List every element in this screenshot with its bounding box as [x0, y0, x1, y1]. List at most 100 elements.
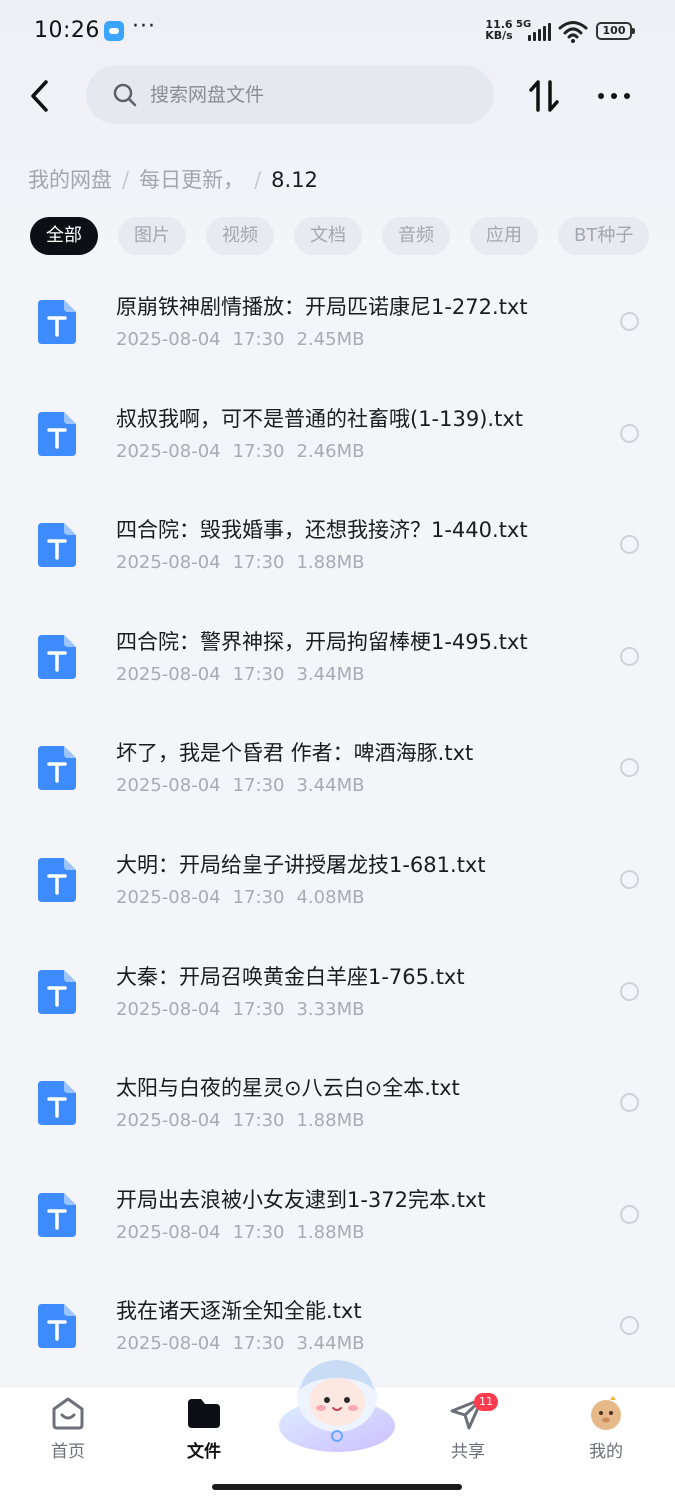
file-list: 原崩铁神剧情播放：开局匹诺康尼1-272.txt 2025-08-04 17:30… — [0, 265, 675, 1381]
select-radio[interactable] — [620, 869, 639, 889]
select-radio[interactable] — [620, 758, 639, 778]
wifi-icon — [558, 21, 588, 43]
battery-icon: 100 — [596, 22, 635, 40]
file-size: 3.44MB — [296, 1333, 365, 1355]
filter-audio[interactable]: 音频 — [382, 217, 450, 255]
nav-mine-label: 我的 — [589, 1442, 623, 1462]
file-date: 2025-08-04 — [116, 1333, 221, 1355]
nav-share[interactable]: 11 共享 — [428, 1393, 508, 1465]
txt-file-icon — [38, 857, 76, 902]
txt-file-icon — [38, 523, 76, 568]
select-radio[interactable] — [620, 423, 639, 443]
more-icon[interactable] — [594, 76, 634, 116]
file-name: 大秦：开局召唤黄金白羊座1-765.txt — [116, 964, 465, 989]
file-time: 17:30 — [232, 663, 285, 685]
file-name: 我在诸天逐渐全知全能.txt — [116, 1299, 362, 1324]
filter-all[interactable]: 全部 — [30, 217, 98, 255]
search-input[interactable] — [150, 80, 470, 110]
file-size: 3.44MB — [296, 775, 365, 797]
file-date: 2025-08-04 — [116, 1110, 221, 1132]
file-row[interactable]: 太阳与白夜的星灵⊙八云白⊙全本.txt 2025-08-04 17:30 1.88M… — [0, 1046, 675, 1158]
file-time: 17:30 — [232, 1110, 285, 1132]
file-row[interactable]: 四合院：毁我婚事，还想我接济？1-440.txt 2025-08-04 17:30… — [0, 488, 675, 600]
file-name: 四合院：毁我婚事，还想我接济？1-440.txt — [116, 518, 528, 543]
select-radio[interactable] — [620, 1204, 639, 1224]
file-name: 四合院：警界神探，开局拘留棒梗1-495.txt — [116, 629, 528, 654]
file-time: 17:30 — [232, 1333, 285, 1355]
nav-home-label: 首页 — [51, 1442, 85, 1462]
file-row[interactable]: 大明：开局给皇子讲授屠龙技1-681.txt 2025-08-04 17:30 4.… — [0, 823, 675, 935]
select-radio[interactable] — [620, 646, 639, 666]
select-radio[interactable] — [620, 312, 639, 331]
txt-file-icon — [38, 1192, 76, 1237]
file-time: 17:30 — [232, 775, 285, 797]
file-date: 2025-08-04 — [116, 663, 221, 685]
search-icon — [113, 83, 137, 107]
select-radio[interactable] — [620, 1316, 639, 1336]
share-badge: 11 — [474, 1393, 498, 1411]
filter-tabs: 全部 图片 视频 文档 音频 应用 BT种子 — [30, 217, 675, 255]
home-icon — [52, 1397, 84, 1430]
breadcrumb-current: 8.12 — [271, 168, 318, 192]
breadcrumb-my-drive[interactable]: 我的网盘 — [28, 168, 112, 192]
ai-assistant-mascot-icon[interactable] — [276, 1356, 398, 1456]
nav-home[interactable]: 首页 — [28, 1395, 108, 1465]
txt-file-icon — [38, 634, 76, 679]
file-row[interactable]: 原崩铁神剧情播放：开局匹诺康尼1-272.txt 2025-08-04 17:30… — [0, 265, 675, 377]
file-time: 17:30 — [232, 886, 285, 908]
home-indicator — [212, 1484, 462, 1490]
filter-bt-torrents[interactable]: BT种子 — [558, 217, 650, 255]
breadcrumb-separator: / — [122, 168, 130, 192]
select-radio[interactable] — [620, 1093, 639, 1113]
file-row[interactable]: 开局出去浪被小女友逮到1-372完本.txt 2025-08-04 17:30 1.… — [0, 1158, 675, 1270]
breadcrumb: 我的网盘 / 每日更新， / 8.12 — [28, 164, 318, 194]
status-bar: 10:26 ··· 11.6 KB/s 5G 100 — [0, 0, 675, 62]
file-time: 17:30 — [232, 1221, 285, 1243]
file-size: 1.88MB — [296, 1221, 365, 1243]
file-meta: 2025-08-04 17:30 3.33MB — [116, 999, 376, 1020]
folder-icon — [188, 1399, 220, 1428]
file-row[interactable]: 四合院：警界神探，开局拘留棒梗1-495.txt 2025-08-04 17:30… — [0, 600, 675, 712]
network-type: 5G — [516, 19, 532, 30]
file-meta: 2025-08-04 17:30 3.44MB — [116, 1333, 376, 1354]
file-time: 17:30 — [232, 329, 285, 350]
file-date: 2025-08-04 — [116, 775, 221, 797]
nav-mine[interactable]: 我的 — [566, 1395, 646, 1465]
select-radio[interactable] — [620, 535, 639, 555]
file-date: 2025-08-04 — [116, 886, 221, 908]
txt-file-icon — [38, 746, 76, 791]
file-name: 坏了，我是个昏君 作者：啤酒海豚.txt — [116, 741, 474, 766]
filter-images[interactable]: 图片 — [118, 217, 186, 255]
file-time: 17:30 — [232, 552, 285, 574]
file-time: 17:30 — [232, 998, 285, 1020]
file-meta: 2025-08-04 17:30 1.88MB — [116, 1110, 376, 1131]
file-row[interactable]: 叔叔我啊，可不是普通的社畜哦(1-139).txt 2025-08-04 17:3… — [0, 377, 675, 489]
filter-videos[interactable]: 视频 — [206, 217, 274, 255]
signal-icon: 5G — [516, 19, 552, 43]
nav-files[interactable]: 文件 — [164, 1395, 244, 1465]
search-bar[interactable] — [86, 66, 494, 124]
file-size: 4.08MB — [296, 886, 365, 908]
file-meta: 2025-08-04 17:30 3.44MB — [116, 664, 376, 685]
file-meta: 2025-08-04 17:30 3.44MB — [116, 775, 376, 796]
filter-documents[interactable]: 文档 — [294, 217, 362, 255]
nav-files-label: 文件 — [187, 1442, 221, 1462]
file-size: 3.44MB — [296, 663, 365, 685]
file-meta: 2025-08-04 17:30 4.08MB — [116, 887, 376, 908]
file-row[interactable]: 坏了，我是个昏君 作者：啤酒海豚.txt 2025-08-04 17:30 3.44… — [0, 711, 675, 823]
filter-apps[interactable]: 应用 — [470, 217, 538, 255]
file-meta: 2025-08-04 17:30 2.46MB — [116, 441, 376, 462]
file-time: 17:30 — [232, 440, 285, 462]
txt-file-icon — [38, 969, 76, 1014]
file-row[interactable]: 大秦：开局召唤黄金白羊座1-765.txt 2025-08-04 17:30 3.3… — [0, 935, 675, 1047]
txt-file-icon — [38, 1304, 76, 1349]
breadcrumb-separator: / — [254, 168, 262, 192]
back-icon[interactable] — [22, 76, 62, 116]
network-speed: 11.6 KB/s — [484, 19, 514, 41]
file-name: 叔叔我啊，可不是普通的社畜哦(1-139).txt — [116, 406, 523, 431]
sort-icon[interactable] — [524, 76, 564, 116]
breadcrumb-daily-updates[interactable]: 每日更新， — [139, 168, 244, 192]
select-radio[interactable] — [620, 981, 639, 1001]
more-notifications-icon: ··· — [132, 14, 156, 39]
txt-file-icon — [38, 1081, 76, 1126]
